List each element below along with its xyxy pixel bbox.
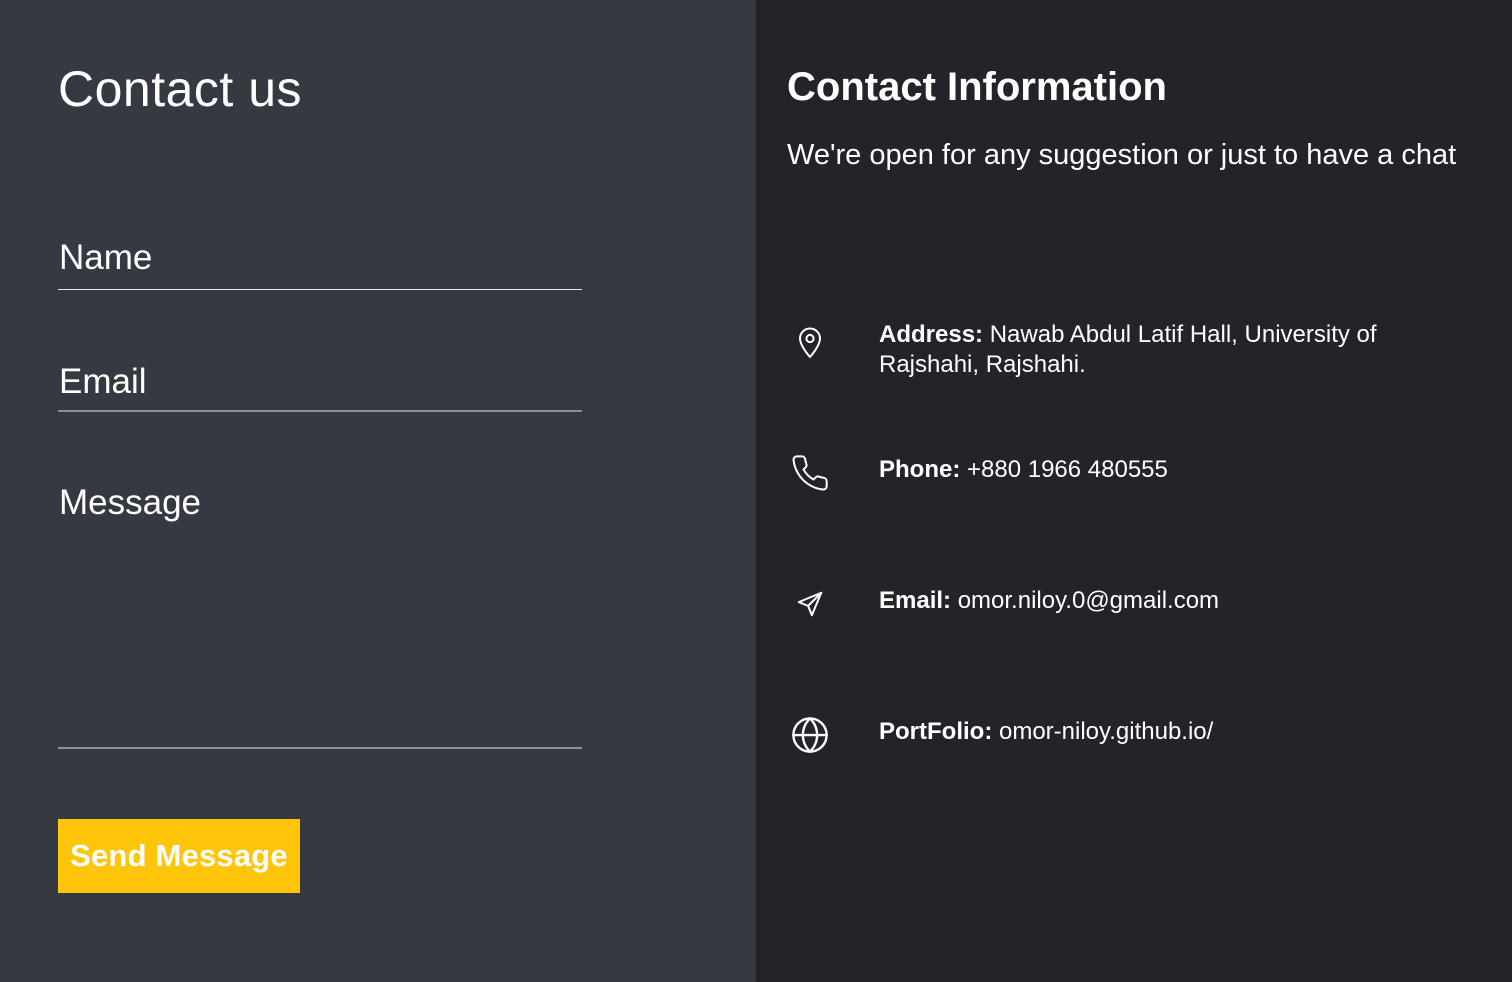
email-text: Email: omor.niloy.0@gmail.com xyxy=(879,586,1439,616)
email-key: Email: xyxy=(879,587,952,614)
email-field[interactable]: Email xyxy=(58,360,586,415)
info-item-address: Address: Nawab Abdul Latif Hall, Univers… xyxy=(787,320,1477,382)
phone-icon xyxy=(787,450,833,496)
message-textarea[interactable] xyxy=(58,481,586,747)
contact-page: Contact us Name Email Message Send Messa… xyxy=(0,0,1512,982)
address-key: Address: xyxy=(879,321,984,348)
name-underline xyxy=(58,289,582,290)
contact-form-panel: Contact us Name Email Message Send Messa… xyxy=(0,0,756,982)
form-title: Contact us xyxy=(58,61,303,117)
message-underline xyxy=(58,747,582,749)
email-value[interactable]: omor.niloy.0@gmail.com xyxy=(958,587,1219,614)
contact-info-title: Contact Information xyxy=(787,65,1167,109)
globe-icon xyxy=(787,712,833,758)
send-icon xyxy=(787,581,833,627)
portfolio-link[interactable]: omor-niloy.github.io/ xyxy=(999,718,1213,745)
phone-text: Phone: +880 1966 480555 xyxy=(879,455,1439,485)
contact-info-subtitle: We're open for any suggestion or just to… xyxy=(787,139,1457,171)
location-pin-icon xyxy=(787,320,833,366)
phone-key: Phone: xyxy=(879,456,961,483)
send-message-button[interactable]: Send Message xyxy=(58,819,300,893)
email-input[interactable] xyxy=(58,360,586,412)
message-field[interactable]: Message xyxy=(58,481,586,751)
info-item-portfolio: PortFolio: omor-niloy.github.io/ xyxy=(787,712,1477,758)
info-item-phone: Phone: +880 1966 480555 xyxy=(787,450,1477,496)
info-item-email: Email: omor.niloy.0@gmail.com xyxy=(787,581,1477,627)
phone-value: +880 1966 480555 xyxy=(967,456,1168,483)
portfolio-text: PortFolio: omor-niloy.github.io/ xyxy=(879,717,1439,747)
portfolio-key: PortFolio: xyxy=(879,718,993,745)
address-text: Address: Nawab Abdul Latif Hall, Univers… xyxy=(879,320,1439,380)
email-underline xyxy=(58,410,582,412)
name-field[interactable]: Name xyxy=(58,236,586,291)
name-input[interactable] xyxy=(58,236,586,290)
